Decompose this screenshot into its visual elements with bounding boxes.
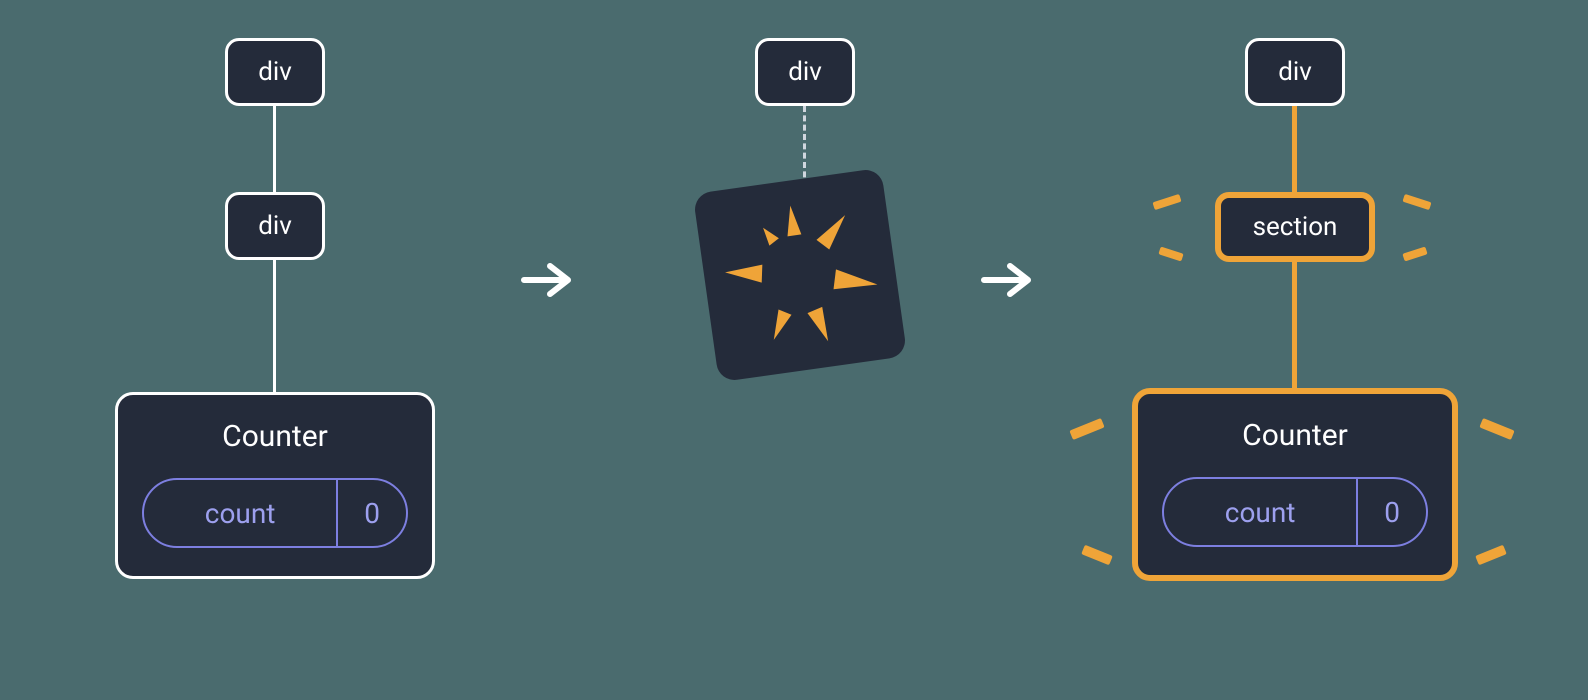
state-pill: count 0 (1162, 477, 1428, 547)
node-root-div: div (225, 38, 325, 106)
node-root-div: div (1245, 38, 1345, 106)
state-value: 0 (336, 480, 406, 546)
counter-title: Counter (142, 419, 408, 454)
node-counter: Counter count 0 (115, 392, 435, 579)
arrow-icon (520, 250, 576, 316)
node-mid-section: section (1215, 192, 1375, 262)
counter-title: Counter (1162, 418, 1428, 453)
node-exploding (693, 168, 908, 383)
node-label: div (258, 57, 292, 87)
arrow-icon (980, 250, 1036, 316)
node-root-div: div (755, 38, 855, 106)
node-label: div (788, 57, 822, 87)
state-pill: count 0 (142, 478, 408, 548)
node-counter: Counter count 0 (1132, 388, 1458, 581)
spark-icon (693, 168, 908, 383)
connector-highlight (1292, 262, 1297, 388)
node-label: section (1253, 212, 1338, 242)
state-key: count (1164, 496, 1356, 529)
connector (273, 260, 276, 392)
node-label: div (258, 211, 292, 241)
node-mid-div: div (225, 192, 325, 260)
state-value: 0 (1356, 479, 1426, 545)
node-label: div (1278, 57, 1312, 87)
connector (273, 106, 276, 192)
connector-highlight (1292, 106, 1297, 192)
state-key: count (144, 497, 336, 530)
